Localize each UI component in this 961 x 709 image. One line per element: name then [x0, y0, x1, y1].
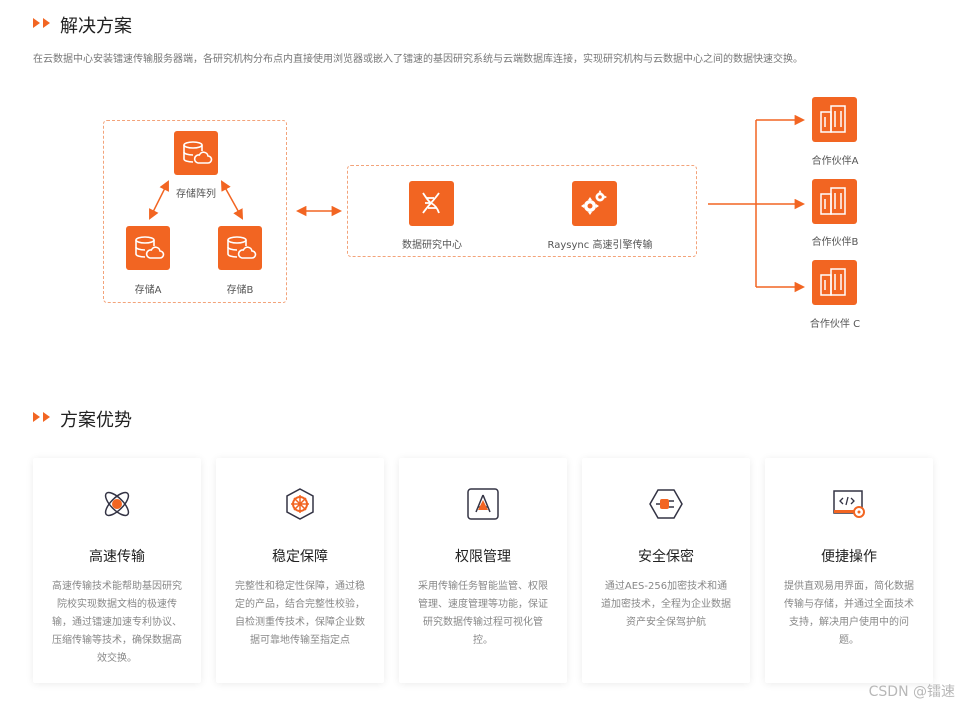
storage-b-icon: [218, 226, 262, 270]
data-center-label: 数据研究中心: [402, 240, 462, 251]
permission-icon: [467, 488, 499, 520]
section-bullet-icon: [33, 412, 40, 422]
card-title: 稳定保障: [272, 549, 328, 565]
storage-b-label: 存储B: [226, 285, 254, 296]
code-gear-icon: [833, 490, 865, 518]
card-title: 安全保密: [638, 549, 694, 565]
storage-a-icon: [126, 226, 170, 270]
gears-icon: [572, 181, 617, 226]
advantage-card-security: 安全保密 通过AES-256加密技术和通道加密技术，全程为企业数据资产安全保驾护…: [582, 458, 750, 683]
rocket-icon: [104, 491, 130, 517]
dna-icon: [409, 181, 454, 226]
partner-b-building-icon: [812, 179, 857, 224]
section-bullet-icon: [43, 412, 50, 422]
partner-a-building-icon: [812, 97, 857, 142]
advantages-title: 方案优势: [60, 410, 132, 431]
partner-c-label: 合作伙伴 C: [809, 319, 861, 330]
card-description: 采用传输任务智能监管、权限管理、速度管理等功能，保证研究数据传输过程可视化管控。: [418, 581, 548, 646]
card-description: 通过AES-256加密技术和通道加密技术，全程为企业数据资产安全保驾护航: [601, 581, 731, 628]
partner-c-building-icon: [812, 260, 857, 305]
card-title: 高速传输: [89, 549, 145, 565]
advantage-card-permission: 权限管理 采用传输任务智能监管、权限管理、速度管理等功能，保证研究数据传输过程可…: [399, 458, 567, 683]
advantage-card-usability: 便捷操作 提供直观易用界面，简化数据传输与存储，并通过全面技术支持，解决用户使用…: [765, 458, 933, 683]
card-description: 提供直观易用界面，简化数据传输与存储，并通过全面技术支持，解决用户使用中的问题。: [784, 581, 914, 646]
watermark: CSDN @镭速: [868, 684, 955, 700]
raysync-engine-label: Raysync 高速引擎传输: [547, 240, 653, 251]
storage-array-label: 存储阵列: [176, 189, 216, 200]
storage-a-label: 存储A: [134, 285, 162, 296]
card-title: 便捷操作: [821, 549, 877, 565]
advantage-card-speed: 高速传输 高速传输技术能帮助基因研究院校实现数据文档的极速传输，通过镭速加速专利…: [33, 458, 201, 683]
helm-icon: [286, 488, 314, 520]
partner-b-label: 合作伙伴B: [811, 237, 859, 248]
shield-plug-icon: [649, 489, 683, 519]
card-description: 完整性和稳定性保障，通过稳定的产品，结合完整性校验，自检测重传技术，保障企业数据…: [235, 581, 365, 646]
card-title: 权限管理: [455, 549, 511, 565]
storage-array-icon: [174, 131, 218, 175]
advantage-card-stability: 稳定保障 完整性和稳定性保障，通过稳定的产品，结合完整性校验，自检测重传技术，保…: [216, 458, 384, 683]
partner-a-label: 合作伙伴A: [811, 156, 859, 167]
card-description: 高速传输技术能帮助基因研究院校实现数据文档的极速传输，通过镭速加速专利协议、压缩…: [52, 581, 182, 664]
